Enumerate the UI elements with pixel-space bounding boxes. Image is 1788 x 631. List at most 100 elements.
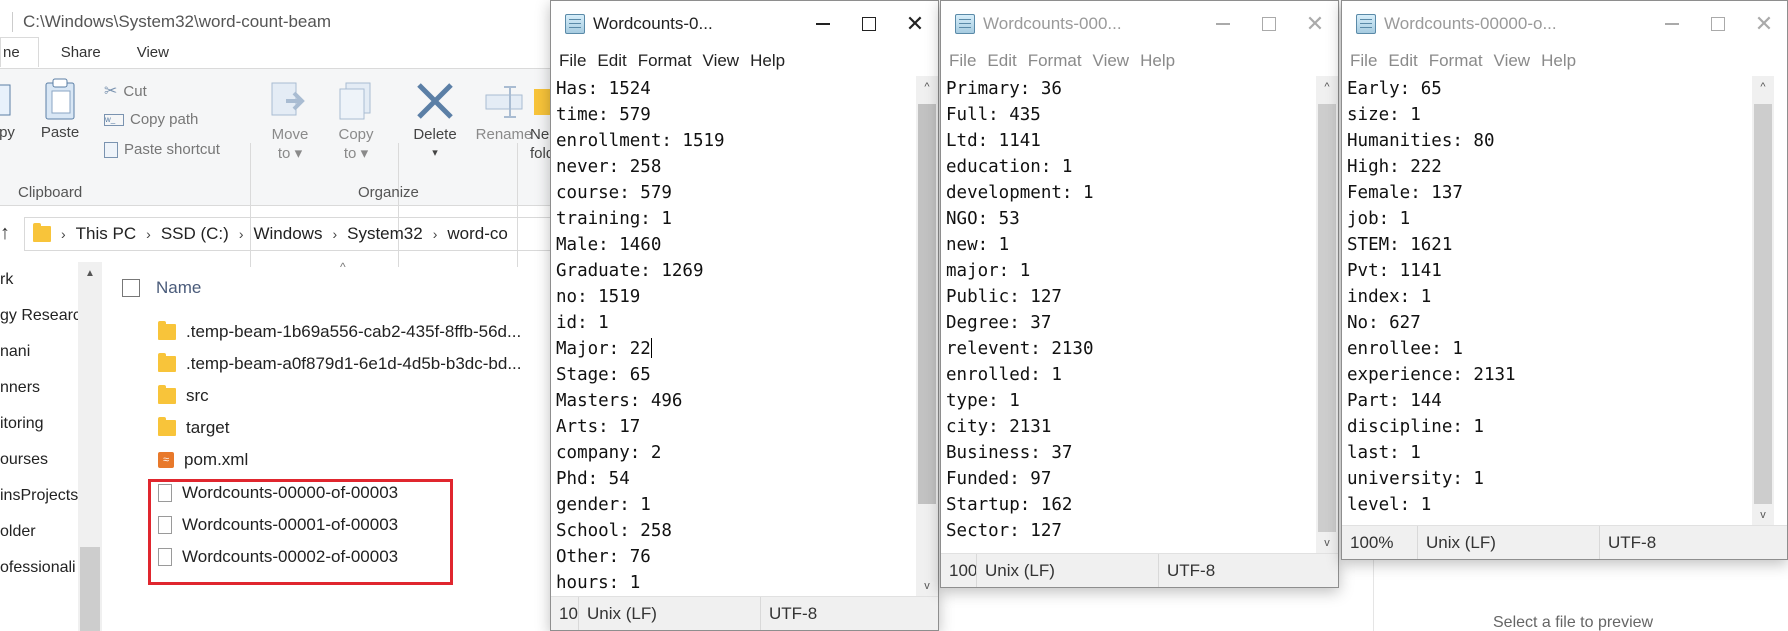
notepad-text-area[interactable]: Early: 65 size: 1 Humanities: 80 High: 222 F… bbox=[1342, 76, 1752, 526]
scroll-up-arrow-icon[interactable]: ^ bbox=[916, 76, 938, 98]
chevron-right-icon[interactable]: › bbox=[239, 226, 244, 242]
tab-share[interactable]: Share bbox=[43, 38, 119, 67]
text-line: index: 1 bbox=[1347, 287, 1432, 307]
menu-edit[interactable]: Edit bbox=[595, 51, 635, 71]
crumb-system32[interactable]: System32 bbox=[347, 224, 423, 244]
minimize-button[interactable] bbox=[1200, 1, 1246, 47]
menu-help[interactable]: Help bbox=[1138, 51, 1184, 71]
close-button[interactable]: ✕ bbox=[1741, 1, 1787, 47]
text-line: university: 1 bbox=[1347, 469, 1484, 489]
status-line-ending: Unix (LF) bbox=[1418, 526, 1600, 559]
crumb-windows[interactable]: Windows bbox=[253, 224, 322, 244]
crumb-ssd[interactable]: SSD (C:) bbox=[161, 224, 229, 244]
notepad-title-bar[interactable]: Wordcounts-000... ✕ bbox=[941, 1, 1338, 47]
minimize-button[interactable] bbox=[800, 1, 846, 47]
tab-view[interactable]: View bbox=[119, 38, 187, 67]
scroll-thumb[interactable] bbox=[918, 104, 936, 504]
menu-file[interactable]: File bbox=[557, 51, 595, 71]
status-zoom: 100 bbox=[941, 554, 977, 587]
scroll-up-arrow-icon[interactable]: ▲ bbox=[78, 262, 102, 279]
nav-scroll-thumb[interactable] bbox=[80, 547, 100, 631]
delete-x-icon bbox=[417, 83, 453, 119]
menu-help[interactable]: Help bbox=[748, 51, 794, 71]
text-line: relevent: 2130 bbox=[946, 339, 1094, 359]
menu-view[interactable]: View bbox=[1492, 51, 1540, 71]
scroll-up-arrow-icon[interactable]: ^ bbox=[1316, 76, 1338, 98]
vertical-scrollbar[interactable]: ^ v bbox=[1752, 76, 1774, 526]
menu-edit[interactable]: Edit bbox=[1386, 51, 1426, 71]
vertical-scrollbar[interactable]: ^ v bbox=[916, 76, 938, 597]
maximize-button[interactable] bbox=[1246, 1, 1292, 47]
copy-to-button[interactable]: Copy to ▾ bbox=[334, 79, 378, 163]
text-line: Sector: 127 bbox=[946, 521, 1062, 541]
text-line: enrollment: 1519 bbox=[556, 131, 725, 151]
text-line: Stage: 65 bbox=[556, 365, 651, 385]
chevron-right-icon[interactable]: › bbox=[332, 226, 337, 242]
scroll-down-arrow-icon[interactable]: v bbox=[916, 575, 938, 597]
address-bar[interactable]: › This PC › SSD (C:) › Windows › System3… bbox=[24, 217, 560, 251]
cut-button[interactable]: ✂ Cut bbox=[104, 81, 147, 101]
move-to-button[interactable]: Move to ▾ bbox=[268, 79, 312, 163]
close-button[interactable]: ✕ bbox=[1292, 1, 1338, 47]
scroll-up-arrow-icon[interactable]: ^ bbox=[1752, 76, 1774, 98]
menu-file[interactable]: File bbox=[1348, 51, 1386, 71]
notepad-menu-bar: File Edit Format View Help bbox=[941, 47, 1338, 75]
notepad-title-bar[interactable]: Wordcounts-00000-o... ✕ bbox=[1342, 1, 1787, 47]
paste-button[interactable]: Paste bbox=[40, 77, 80, 142]
notepad-status-bar: 100% Unix (LF) UTF-8 bbox=[1342, 525, 1787, 559]
menu-format[interactable]: Format bbox=[1026, 51, 1091, 71]
scroll-down-arrow-icon[interactable]: v bbox=[1752, 504, 1774, 526]
delete-button[interactable]: Delete ▾ bbox=[406, 79, 464, 163]
chevron-right-icon[interactable]: › bbox=[146, 226, 151, 242]
text-line: company: 2 bbox=[556, 443, 662, 463]
file-name: .temp-beam-a0f879d1-6e1d-4d5b-b3dc-bd... bbox=[186, 354, 522, 373]
text-line: discipline: 1 bbox=[1347, 417, 1484, 437]
menu-help[interactable]: Help bbox=[1539, 51, 1585, 71]
file-row[interactable]: src bbox=[158, 380, 209, 412]
rename-button[interactable]: Rename bbox=[472, 79, 536, 144]
chevron-right-icon: › bbox=[61, 226, 66, 242]
file-row[interactable]: .temp-beam-a0f879d1-6e1d-4d5b-b3dc-bd... bbox=[158, 348, 522, 380]
select-all-checkbox[interactable] bbox=[122, 279, 140, 297]
menu-format[interactable]: Format bbox=[636, 51, 701, 71]
file-row[interactable]: .temp-beam-1b69a556-cab2-435f-8ffb-56d..… bbox=[158, 316, 521, 348]
file-row[interactable]: target bbox=[158, 412, 229, 444]
copy-path-button[interactable]: w_ Copy path bbox=[104, 111, 198, 128]
menu-view[interactable]: View bbox=[701, 51, 749, 71]
nav-scrollbar[interactable]: ▲ bbox=[78, 262, 102, 631]
group-organize-label: Organize bbox=[358, 184, 419, 201]
minimize-icon bbox=[816, 23, 830, 25]
notepad-text-area[interactable]: Primary: 36 Full: 435 Ltd: 1141 education: … bbox=[941, 76, 1316, 554]
minimize-button[interactable] bbox=[1649, 1, 1695, 47]
menu-file[interactable]: File bbox=[947, 51, 985, 71]
up-arrow-icon[interactable]: ↑ bbox=[0, 222, 10, 245]
delete-dropdown-icon[interactable]: ▾ bbox=[432, 144, 438, 163]
notepad-title: Wordcounts-0... bbox=[593, 14, 713, 33]
maximize-button[interactable] bbox=[846, 1, 892, 47]
crumb-word-count[interactable]: word-co bbox=[447, 224, 507, 244]
vertical-scrollbar[interactable]: ^ v bbox=[1316, 76, 1338, 554]
scroll-thumb[interactable] bbox=[1318, 104, 1336, 532]
file-row[interactable]: ≈ pom.xml bbox=[158, 444, 248, 476]
menu-format[interactable]: Format bbox=[1427, 51, 1492, 71]
menu-view[interactable]: View bbox=[1091, 51, 1139, 71]
copy-button[interactable]: py bbox=[0, 79, 20, 142]
paste-shortcut-button[interactable]: Paste shortcut bbox=[104, 141, 220, 158]
notepad-window-2: Wordcounts-000... ✕ File Edit Format Vie… bbox=[940, 0, 1339, 588]
scroll-down-arrow-icon[interactable]: v bbox=[1316, 532, 1338, 554]
menu-edit[interactable]: Edit bbox=[985, 51, 1025, 71]
tab-home[interactable]: ne bbox=[0, 37, 39, 67]
column-name[interactable]: Name bbox=[156, 278, 201, 298]
close-button[interactable]: ✕ bbox=[892, 1, 938, 47]
chevron-right-icon[interactable]: › bbox=[433, 226, 438, 242]
scroll-thumb[interactable] bbox=[1754, 104, 1772, 504]
text-line: High: 222 bbox=[1347, 157, 1442, 177]
notepad-text-area[interactable]: Has: 1524 time: 579 enrollment: 1519 never:… bbox=[551, 76, 916, 597]
notepad-title-bar[interactable]: Wordcounts-0... ✕ bbox=[551, 1, 938, 47]
sort-arrow-icon: ^ bbox=[340, 260, 346, 274]
maximize-button[interactable] bbox=[1695, 1, 1741, 47]
close-icon: ✕ bbox=[1305, 11, 1325, 36]
text-line: Arts: 17 bbox=[556, 417, 641, 437]
folder-icon bbox=[158, 353, 176, 372]
crumb-this-pc[interactable]: This PC bbox=[76, 224, 136, 244]
